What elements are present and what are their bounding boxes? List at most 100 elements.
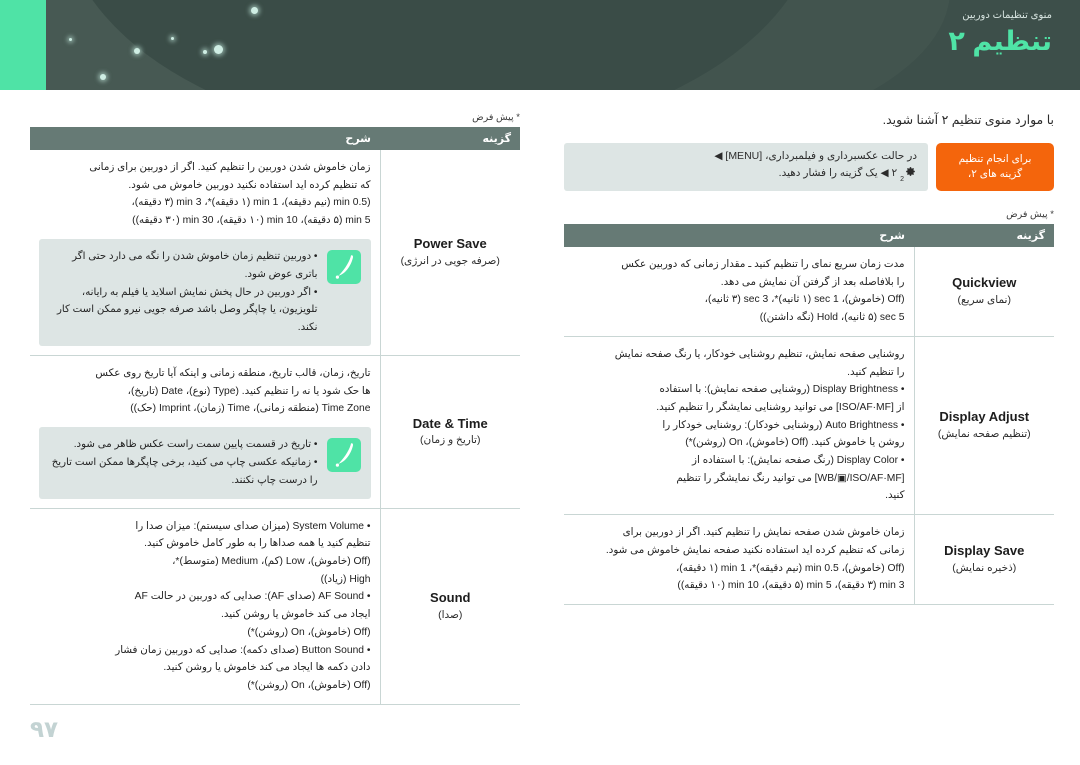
table-header-row: گزینه شرح: [30, 127, 520, 150]
tip-callout: • دوربین تنظیم زمان خاموش شدن را نگه می …: [39, 238, 371, 347]
column-header-option: گزینه: [914, 224, 1054, 247]
option-cell: Display Save (ذخیره نمایش): [913, 514, 1054, 605]
description-line: • Auto Brightness (روشنایی خودکار): روشن…: [662, 419, 905, 431]
howto-path-line-2-text: ۲ ◀ یک گزینه را فشار دهید.: [778, 166, 898, 179]
description-line: زمان خاموش شدن صفحه نمایش را تنظیم کنید.…: [622, 527, 905, 539]
option-name-fa: (ذخیره نمایش): [952, 562, 1017, 575]
option-name-en: Display Adjust: [939, 409, 1030, 425]
header-sparkle-dot: [171, 37, 174, 40]
option-name-en: Date & Time: [412, 415, 488, 431]
option-name-en: Display Save: [944, 543, 1025, 559]
table-row: Date & Time (تاریخ و زمان) تاریخ، زمان، …: [30, 355, 520, 509]
table-row: Display Save (ذخیره نمایش) زمان خاموش شد…: [564, 514, 1054, 605]
page-body: با موارد منوی تنظیم ۲ آشنا شوید. برای ان…: [0, 90, 1080, 765]
pen-note-icon: [326, 249, 361, 284]
description-cell: روشنایی صفحه نمایش، تنظیم روشنایی خودکار…: [564, 336, 914, 516]
description-line: 5 sec (۵ ثانیه)، Hold (نگه داشتن)): [759, 312, 905, 324]
description-line: کنید.: [885, 490, 905, 502]
description-line: دادن دکمه ها ایجاد می کند خاموش یا روشن …: [163, 662, 371, 674]
tip-bullet: • زمانیکه عکسی چاپ می کنید، برخی چاپگرها…: [51, 456, 318, 486]
header-sparkle-dot: [203, 50, 207, 54]
howto-strip: برای انجام تنظیم گزینه های ۲، در حالت عک…: [564, 143, 1054, 191]
description-line: زمانی که تنظیم کرده اید استفاده نکنید صف…: [605, 544, 905, 556]
option-name-en: Power Save: [413, 236, 487, 252]
description-line: ایجاد می کند خاموش یا روشن کنید.: [221, 609, 371, 621]
table-row: Power Save (صرفه جویی در انرژی) زمان خام…: [30, 150, 520, 357]
page-title: تنظیم ۲: [948, 26, 1052, 56]
option-name-fa: (صرفه جویی در انرژی): [400, 255, 500, 268]
tip-bullet: • اگر دوربین در حال پخش نمایش اسلاید یا …: [56, 286, 318, 334]
description-line: (Off (خاموش)، Low (کم)، Medium (متوسط)*،: [172, 556, 371, 568]
tip-text: • دوربین تنظیم زمان خاموش شدن را نگه می …: [49, 248, 318, 337]
description-line: روشن یا خاموش کنید. (Off (خاموش)، On (رو…: [685, 437, 905, 449]
howto-action-button[interactable]: برای انجام تنظیم گزینه های ۲،: [936, 143, 1054, 191]
description-line: را بلافاصله بعد از گرفتن آن نمایش می دهد…: [720, 276, 905, 288]
description-line: (Off (خاموش)، 1 sec (۱ ثانیه)*، 3 sec (۳…: [704, 294, 905, 306]
description-cell: تاریخ، زمان، قالب تاریخ، منطقه زمانی و ا…: [30, 355, 380, 509]
table-header-row: گزینه شرح: [564, 224, 1054, 247]
page-header-banner: منوی تنظیمات دوربین تنظیم ۲: [0, 0, 1080, 90]
settings-table-left: گزینه شرح Power Save (صرفه جویی در انرژی…: [30, 127, 520, 705]
option-name-en: Quickview: [952, 275, 1017, 291]
header-subtitle: منوی تنظیمات دوربین: [962, 10, 1052, 21]
header-sparkle-dot: [134, 48, 140, 54]
header-sparkle-dot: [69, 38, 72, 41]
option-name-en: Sound: [430, 589, 471, 605]
description-line: (Off (خاموش)، On (روشن)*): [247, 626, 371, 638]
description-line: • Button Sound (صدای دکمه): صدایی که دور…: [115, 644, 371, 656]
description-line: تنظیم کنید یا همه صداها را به طور کامل خ…: [144, 538, 371, 550]
description-line: High (زیاد)): [320, 573, 371, 585]
description-cell: زمان خاموش شدن صفحه نمایش را تنظیم کنید.…: [564, 514, 914, 605]
table-row: Display Adjust (تنظیم صفحه نمایش) روشنای…: [564, 336, 1054, 516]
description-line: • Display Brightness (روشنایی صفحه نمایش…: [659, 384, 905, 396]
tip-bullet: • دوربین تنظیم زمان خاموش شدن را نگه می …: [72, 250, 318, 280]
tip-bullet: • تاریخ در قسمت پایین سمت راست عکس ظاهر …: [73, 439, 318, 451]
description-line: Time Zone (منطقه زمانی)، Time (زمان)، Im…: [130, 403, 371, 415]
description-line: ها حک شود یا نه را تنظیم کنید. (Type (نو…: [127, 385, 371, 397]
settings-table-right: گزینه شرح Quickview (نمای سریع) مدت زمان…: [564, 224, 1054, 605]
description-line: زمان خاموش شدن دوربین را تنظیم کنید. اگر…: [89, 162, 371, 173]
description-cell: مدت زمان سریع نمای را تنظیم کنید ـ مقدار…: [564, 247, 914, 337]
table-row: Quickview (نمای سریع) مدت زمان سریع نمای…: [564, 247, 1054, 337]
option-name-fa: (تاریخ و زمان): [420, 434, 481, 447]
description-line: مدت زمان سریع نمای را تنظیم کنید ـ مقدار…: [621, 259, 905, 270]
default-marker-note-left: * پیش فرض: [472, 112, 520, 123]
option-cell: Power Save (صرفه جویی در انرژی): [379, 150, 520, 357]
tip-text: • تاریخ در قسمت پایین سمت راست عکس ظاهر …: [49, 436, 318, 490]
description-line: روشنایی صفحه نمایش، تنظیم روشنایی خودکار…: [614, 348, 905, 360]
description-line: 5 min (۵ دقیقه)، 10 min (۱۰ دقیقه)، 30 m…: [132, 215, 371, 227]
description-line: که تنظیم کرده اید استفاده نکنید دوربین خ…: [128, 179, 371, 191]
description-line: (Off (خاموش)، On (روشن)*): [247, 680, 371, 691]
description-cell: • System Volume (میزان صدای سیستم): میزا…: [30, 508, 380, 705]
description-line: • System Volume (میزان صدای سیستم): میزا…: [135, 520, 371, 532]
header-title-group: منوی تنظیمات دوربین تنظیم ۲: [948, 10, 1052, 57]
description-line: • AF Sound (صدای AF): صدایی که دوربین در…: [134, 591, 371, 603]
option-cell: Date & Time (تاریخ و زمان): [379, 355, 520, 509]
option-name-fa: (تنظیم صفحه نمایش): [937, 428, 1031, 441]
description-cell: زمان خاموش شدن دوربین را تنظیم کنید. اگر…: [30, 150, 380, 357]
description-line: 3 min (۳ دقیقه)، 5 min (۵ دقیقه)، 10 min…: [677, 580, 905, 592]
description-line: (Off (خاموش)، 0.5 min (نیم دقیقه)*، 1 mi…: [675, 562, 905, 574]
option-cell: Quickview (نمای سریع): [913, 247, 1054, 337]
description-line: را تنظیم کنید.: [847, 366, 905, 378]
intro-text: با موارد منوی تنظیم ۲ آشنا شوید.: [882, 113, 1054, 127]
description-line: (0.5 min (نیم دقیقه)، 1 min (۱ دقیقه)*، …: [131, 197, 371, 209]
header-sparkle-dot: [214, 45, 223, 54]
description-line: تاریخ، زمان، قالب تاریخ، منطقه زمانی و ا…: [95, 368, 371, 380]
option-cell: Sound (صدا): [379, 508, 520, 705]
option-cell: Display Adjust (تنظیم صفحه نمایش): [913, 336, 1054, 516]
option-name-fa: (صدا): [438, 608, 463, 621]
column-header-description: شرح: [30, 127, 380, 150]
column-header-option: گزینه: [380, 127, 520, 150]
header-sparkle-dot: [251, 7, 258, 14]
description-line: [WB/▣/ISO/AF·MF] می توانید رنگ نمایشگر ر…: [676, 472, 905, 484]
description-line: از [ISO/AF·MF] می توانید روشنایی نمایشگر…: [656, 401, 905, 413]
pen-note-icon: [326, 438, 361, 473]
option-name-fa: (نمای سریع): [957, 294, 1011, 306]
howto-path-line-1: در حالت عکسبرداری و فیلمبرداری، [MENU] ◀: [714, 149, 917, 162]
default-marker-note-right: * پیش فرض: [1006, 209, 1054, 220]
right-column: با موارد منوی تنظیم ۲ آشنا شوید. برای ان…: [564, 90, 1054, 605]
header-accent-block: [0, 0, 46, 90]
tip-callout: • تاریخ در قسمت پایین سمت راست عکس ظاهر …: [39, 427, 371, 499]
gear-icon: 2: [900, 165, 917, 186]
